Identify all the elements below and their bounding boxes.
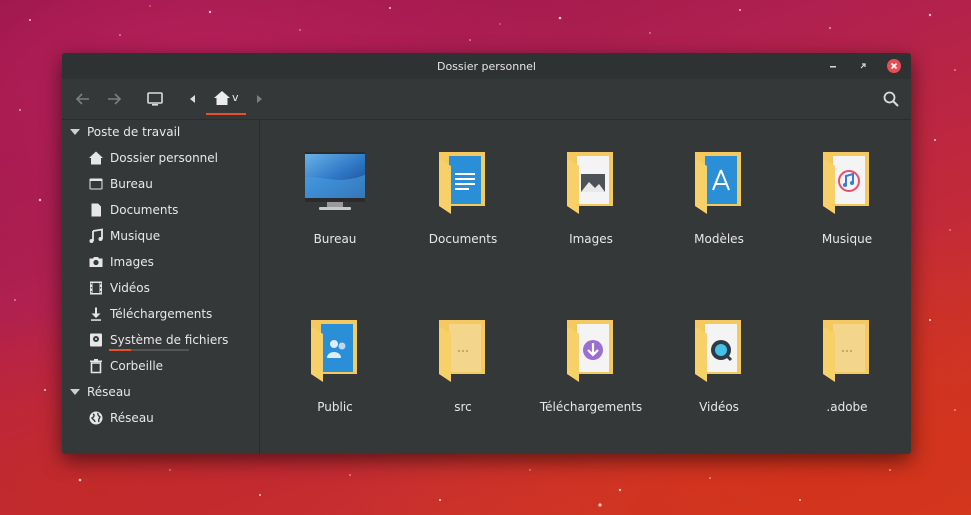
sidebar-item-music[interactable]: Musique: [88, 225, 253, 247]
sidebar-item-label: Documents: [110, 203, 179, 217]
file-item-label: Musique: [821, 232, 873, 246]
sidebar-item-documents[interactable]: Documents: [88, 199, 253, 221]
music-icon: [89, 228, 103, 243]
filesystem-usage-bar: [109, 349, 189, 351]
file-item-adobe[interactable]: .adobe: [792, 318, 902, 428]
folder-images-icon: [567, 152, 613, 214]
collapse-arrow-icon: [70, 129, 80, 135]
file-item-documents[interactable]: Documents: [408, 150, 518, 260]
sidebar-item-label: Musique: [110, 229, 161, 243]
globe-icon: [89, 411, 103, 425]
folder-icon: [823, 320, 869, 382]
sidebar-item-label: Vidéos: [110, 281, 150, 295]
sidebar-item-label: Bureau: [110, 177, 153, 191]
path-left-icon[interactable]: [182, 88, 204, 110]
folder-templates-icon: [695, 152, 741, 214]
sidebar-item-label: Dossier personnel: [110, 151, 219, 165]
camera-icon: [89, 257, 103, 267]
folder-icon: [439, 320, 485, 382]
file-item-src[interactable]: src: [408, 318, 518, 428]
download-icon: [91, 307, 101, 321]
sidebar-item-desktop[interactable]: Bureau: [88, 173, 253, 195]
sidebar-item-label: Réseau: [110, 411, 154, 425]
filesystem-usage-fill: [109, 349, 131, 351]
sidebar-section-label: Poste de travail: [87, 125, 181, 139]
file-item-label: Images: [569, 232, 613, 246]
desktop-icon: [89, 178, 103, 190]
back-arrow-icon[interactable]: [72, 88, 94, 110]
sidebar-item-videos[interactable]: Vidéos: [88, 277, 253, 299]
sidebar-item-trash[interactable]: Corbeille: [88, 355, 253, 377]
drive-icon: [90, 333, 102, 347]
sidebar: Poste de travail Dossier personnel Burea…: [62, 120, 260, 454]
sidebar-item-label: Système de fichiers: [110, 333, 229, 347]
folder-documents-icon: [439, 152, 485, 214]
folder-public-icon: [311, 320, 357, 382]
sidebar-item-label: Images: [110, 255, 154, 269]
file-item-downloads[interactable]: Téléchargements: [536, 318, 646, 428]
file-item-label: Téléchargements: [539, 400, 643, 414]
sidebar-item-downloads[interactable]: Téléchargements: [88, 303, 253, 325]
sidebar-item-network[interactable]: Réseau: [88, 407, 253, 429]
window-title: Dossier personnel: [436, 60, 536, 73]
titlebar[interactable]: Dossier personnel: [62, 53, 911, 79]
trash-icon: [90, 359, 102, 374]
file-item-public[interactable]: Public: [280, 318, 390, 428]
file-item-label: .adobe: [826, 400, 868, 414]
maximize-icon[interactable]: [856, 59, 870, 73]
sidebar-item-images[interactable]: Images: [88, 251, 253, 273]
folder-music-icon: [823, 152, 869, 214]
sidebar-item-filesystem[interactable]: Système de fichiers: [88, 329, 253, 351]
search-icon[interactable]: [880, 88, 902, 110]
close-icon: [890, 62, 898, 70]
home-icon: [214, 91, 230, 105]
folder-videos-icon: [695, 320, 741, 382]
file-item-templates[interactable]: Modèles: [664, 150, 774, 260]
file-item-label: Bureau: [313, 232, 357, 246]
sidebar-section-label: Réseau: [87, 385, 131, 399]
file-item-label: Documents: [428, 232, 498, 246]
file-item-label: Vidéos: [699, 400, 739, 414]
path-home-label: v: [232, 91, 239, 104]
file-manager-window: Dossier personnel v Poste de travail Dos…: [62, 53, 911, 454]
file-item-music[interactable]: Musique: [792, 150, 902, 260]
home-icon: [89, 151, 103, 165]
collapse-arrow-icon: [70, 389, 80, 395]
minimize-icon[interactable]: [826, 59, 840, 73]
folder-downloads-icon: [567, 320, 613, 382]
sidebar-item-label: Téléchargements: [110, 307, 213, 321]
file-item-images[interactable]: Images: [536, 150, 646, 260]
close-button[interactable]: [887, 59, 901, 73]
computer-icon[interactable]: [144, 88, 166, 110]
path-active-underline: [206, 113, 246, 115]
forward-arrow-icon[interactable]: [103, 88, 125, 110]
file-item-label: Modèles: [694, 232, 744, 246]
path-right-icon[interactable]: [248, 88, 270, 110]
sidebar-item-label: Corbeille: [110, 359, 164, 373]
sidebar-item-home[interactable]: Dossier personnel: [88, 147, 253, 169]
document-icon: [91, 203, 101, 217]
file-item-videos[interactable]: Vidéos: [664, 318, 774, 428]
path-home-button[interactable]: v: [206, 85, 246, 115]
sidebar-section-network[interactable]: Réseau: [70, 382, 131, 402]
file-view: Bureau Documents Images Modèles Musique …: [260, 120, 911, 454]
sidebar-section-workstation[interactable]: Poste de travail: [70, 122, 180, 142]
file-item-label: Public: [317, 400, 353, 414]
toolbar: v: [62, 79, 911, 119]
film-icon: [90, 281, 102, 295]
file-item-bureau[interactable]: Bureau: [280, 150, 390, 260]
monitor-icon: [305, 152, 365, 210]
file-item-label: src: [454, 400, 472, 414]
